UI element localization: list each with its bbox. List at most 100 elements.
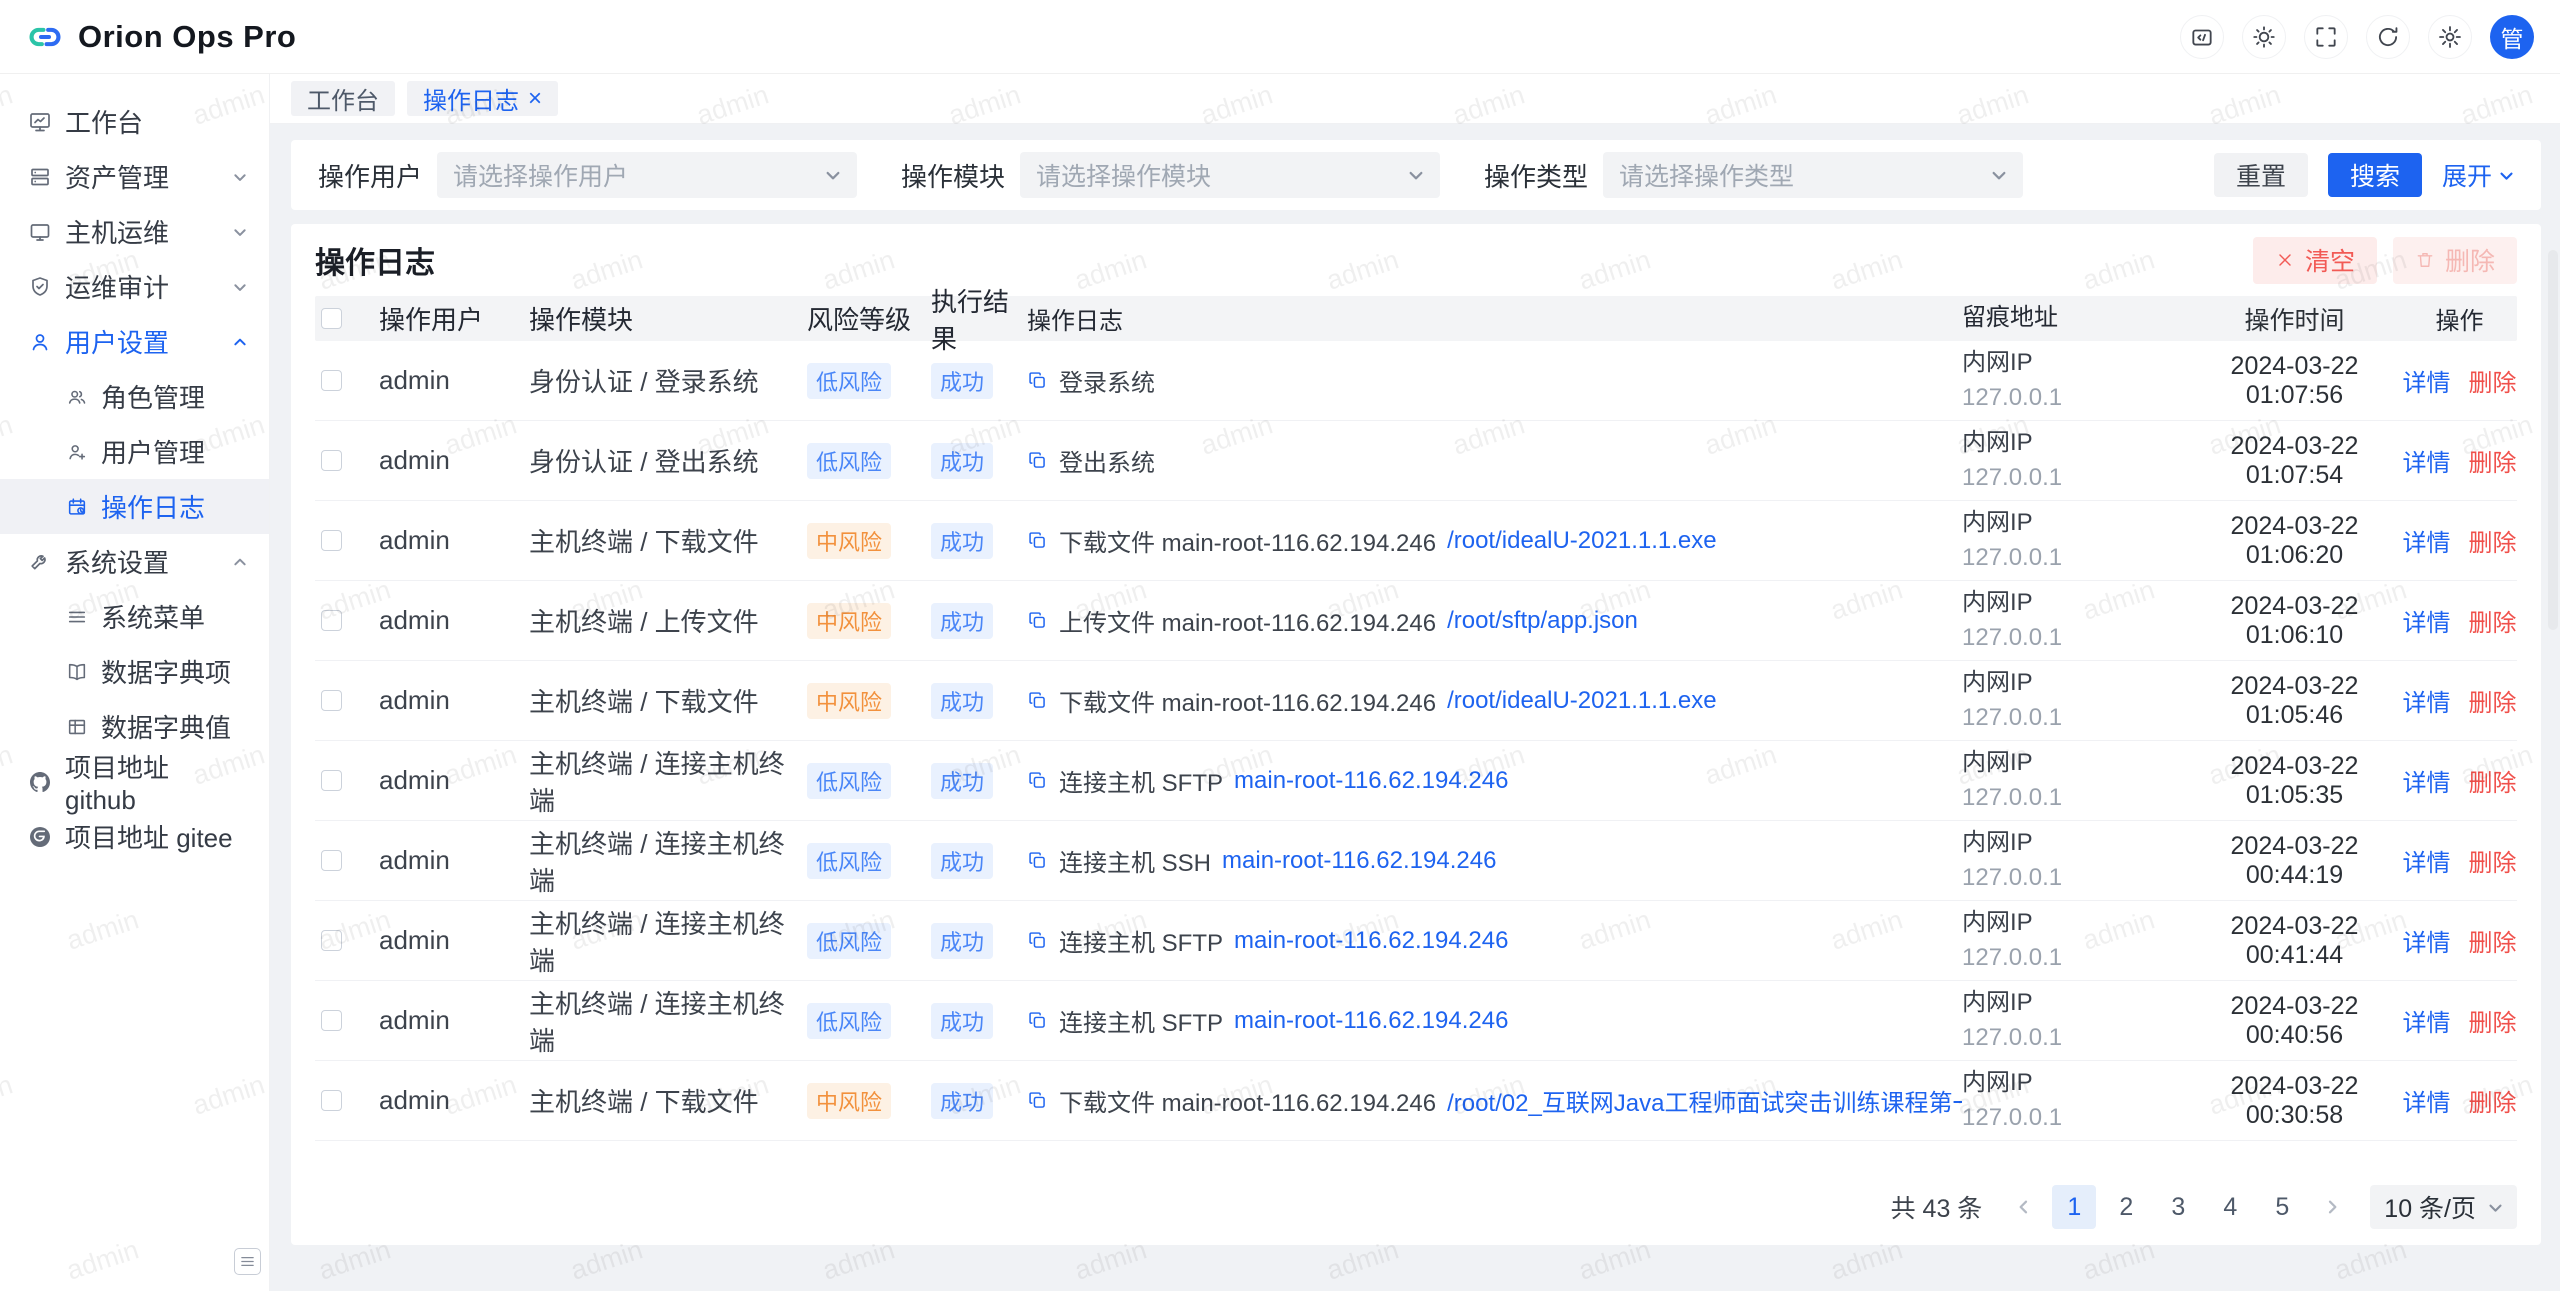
prev-page-button[interactable] [2004, 1185, 2044, 1229]
tab-close-icon[interactable]: × [528, 87, 542, 111]
fullscreen-button[interactable] [2304, 15, 2348, 59]
tab-operation-log[interactable]: 操作日志 × [407, 81, 558, 116]
sidebar-item-host-ops[interactable]: 主机运维 [0, 204, 269, 259]
log-link[interactable]: /root/02_互联网Java工程师面试突击训练课程第一季的内容说明.zip [1447, 1083, 1962, 1118]
scrollbar[interactable] [2548, 250, 2558, 630]
detail-link[interactable]: 详情 [2403, 603, 2451, 638]
sidebar-item-label: 数据字典值 [101, 708, 231, 745]
log-link[interactable]: main-root-116.62.194.246 [1234, 1007, 1508, 1035]
delete-link[interactable]: 删除 [2469, 523, 2517, 558]
log-link[interactable]: /root/idealU-2021.1.1.exe [1447, 687, 1717, 715]
chevron-down-icon [2488, 1200, 2503, 1215]
reset-button[interactable]: 重置 [2214, 153, 2308, 197]
row-checkbox[interactable] [321, 530, 342, 551]
copy-icon[interactable] [1027, 370, 1048, 391]
table-body: admin 身份认证 / 登录系统 低风险 成功 登录系统 内网IP 127.0… [315, 341, 2517, 1141]
sidebar-item-gitee[interactable]: 项目地址 gitee [0, 809, 269, 864]
delete-link[interactable]: 删除 [2469, 363, 2517, 398]
copy-icon[interactable] [1027, 690, 1048, 711]
row-checkbox[interactable] [321, 370, 342, 391]
refresh-button[interactable] [2366, 15, 2410, 59]
copy-icon[interactable] [1027, 610, 1048, 631]
tab-workbench[interactable]: 工作台 [291, 81, 395, 116]
copy-icon[interactable] [1027, 850, 1048, 871]
user-icon [28, 330, 52, 354]
copy-icon[interactable] [1027, 450, 1048, 471]
cell-log: 登出系统 [1027, 443, 1962, 478]
detail-link[interactable]: 详情 [2403, 1003, 2451, 1038]
copy-icon[interactable] [1027, 930, 1048, 951]
detail-link[interactable]: 详情 [2403, 843, 2451, 878]
filter-type-select[interactable]: 请选择操作类型 [1603, 152, 2023, 198]
detail-link[interactable]: 详情 [2403, 683, 2451, 718]
delete-link[interactable]: 删除 [2469, 683, 2517, 718]
row-checkbox[interactable] [321, 1010, 342, 1031]
delete-link[interactable]: 删除 [2469, 443, 2517, 478]
delete-link[interactable]: 删除 [2469, 603, 2517, 638]
clear-button[interactable]: 清空 [2253, 237, 2377, 284]
risk-badge: 低风险 [807, 1003, 891, 1039]
row-checkbox[interactable] [321, 610, 342, 631]
delete-link[interactable]: 删除 [2469, 843, 2517, 878]
sidebar-item-assets[interactable]: 资产管理 [0, 149, 269, 204]
detail-link[interactable]: 详情 [2403, 763, 2451, 798]
sidebar-item-github[interactable]: 项目地址 github [0, 754, 269, 809]
page-button-5[interactable]: 5 [2260, 1185, 2304, 1229]
expand-toggle[interactable]: 展开 [2442, 157, 2514, 193]
sidebar-item-user-settings[interactable]: 用户设置 [0, 314, 269, 369]
address-type: 内网IP [1962, 826, 2187, 861]
delete-link[interactable]: 删除 [2469, 923, 2517, 958]
page-button-1[interactable]: 1 [2052, 1185, 2096, 1229]
delete-link[interactable]: 删除 [2469, 1083, 2517, 1118]
cell-address: 内网IP 127.0.0.1 [1962, 906, 2187, 976]
sidebar-item-audit[interactable]: 运维审计 [0, 259, 269, 314]
select-all-checkbox[interactable] [321, 308, 342, 329]
chevron-down-icon [825, 167, 841, 183]
sidebar-item-workbench[interactable]: 工作台 [0, 94, 269, 149]
page-button-2[interactable]: 2 [2104, 1185, 2148, 1229]
copy-icon[interactable] [1027, 1010, 1048, 1031]
cell-actions: 详情 删除 [2402, 763, 2517, 798]
detail-link[interactable]: 详情 [2403, 923, 2451, 958]
row-checkbox[interactable] [321, 850, 342, 871]
row-checkbox[interactable] [321, 690, 342, 711]
page-button-4[interactable]: 4 [2208, 1185, 2252, 1229]
detail-link[interactable]: 详情 [2403, 1083, 2451, 1118]
sidebar-item-operation-log[interactable]: 操作日志 [0, 479, 269, 534]
sidebar-item-system-menu[interactable]: 系统菜单 [0, 589, 269, 644]
delete-link[interactable]: 删除 [2469, 1003, 2517, 1038]
api-docs-button[interactable] [2180, 15, 2224, 59]
settings-button[interactable] [2428, 15, 2472, 59]
log-link[interactable]: /root/idealU-2021.1.1.exe [1447, 527, 1717, 555]
delete-button[interactable]: 删除 [2393, 237, 2517, 284]
sidebar-item-dict-keys[interactable]: 数据字典项 [0, 644, 269, 699]
copy-icon[interactable] [1027, 770, 1048, 791]
page-button-3[interactable]: 3 [2156, 1185, 2200, 1229]
row-checkbox[interactable] [321, 450, 342, 471]
search-button[interactable]: 搜索 [2328, 153, 2422, 197]
detail-link[interactable]: 详情 [2403, 523, 2451, 558]
next-page-button[interactable] [2312, 1185, 2352, 1229]
copy-icon[interactable] [1027, 1090, 1048, 1111]
user-avatar[interactable]: 管 [2490, 15, 2534, 59]
log-link[interactable]: /root/sftp/app.json [1447, 607, 1638, 635]
sidebar-item-role-management[interactable]: 角色管理 [0, 369, 269, 424]
row-checkbox[interactable] [321, 1090, 342, 1111]
sidebar-item-system-settings[interactable]: 系统设置 [0, 534, 269, 589]
detail-link[interactable]: 详情 [2403, 363, 2451, 398]
page-size-select[interactable]: 10 条/页 [2370, 1185, 2517, 1229]
log-link[interactable]: main-root-116.62.194.246 [1222, 847, 1496, 875]
sidebar-item-dict-values[interactable]: 数据字典值 [0, 699, 269, 754]
filter-user-select[interactable]: 请选择操作用户 [437, 152, 857, 198]
row-checkbox[interactable] [321, 930, 342, 951]
row-checkbox[interactable] [321, 770, 342, 791]
sidebar-collapse-button[interactable] [234, 1248, 261, 1275]
sidebar-item-user-management[interactable]: 用户管理 [0, 424, 269, 479]
delete-link[interactable]: 删除 [2469, 763, 2517, 798]
detail-link[interactable]: 详情 [2403, 443, 2451, 478]
log-link[interactable]: main-root-116.62.194.246 [1234, 927, 1508, 955]
copy-icon[interactable] [1027, 530, 1048, 551]
log-link[interactable]: main-root-116.62.194.246 [1234, 767, 1508, 795]
filter-module-select[interactable]: 请选择操作模块 [1020, 152, 1440, 198]
theme-toggle-button[interactable] [2242, 15, 2286, 59]
